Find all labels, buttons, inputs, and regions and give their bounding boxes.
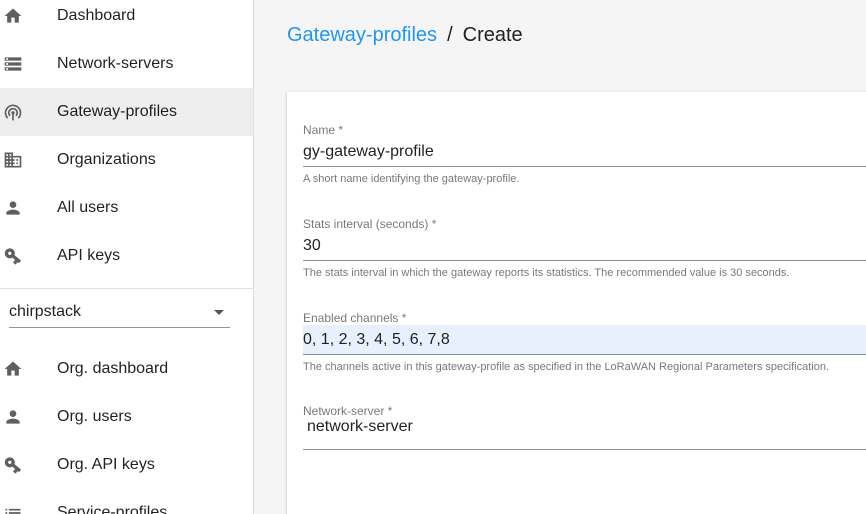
sidebar-item-org-dashboard[interactable]: Org. dashboard: [0, 345, 253, 393]
stats-interval-helper-text: The stats interval in which the gateway …: [303, 267, 790, 279]
enabled-channels-input[interactable]: [303, 325, 866, 355]
name-input[interactable]: [303, 137, 866, 167]
person-icon: [3, 407, 23, 427]
key-icon: [3, 455, 23, 475]
sidebar-item-org-users[interactable]: Org. users: [0, 393, 253, 441]
stats-interval-input[interactable]: [303, 231, 866, 261]
breadcrumb-link-gateway-profiles[interactable]: Gateway-profiles: [287, 24, 437, 47]
server-icon: [3, 54, 23, 74]
sidebar-divider: [0, 288, 253, 289]
breadcrumb-separator: /: [447, 24, 453, 46]
enabled-channels-label: Enabled channels *: [303, 311, 407, 325]
person-icon: [3, 198, 23, 218]
name-helper-text: A short name identifying the gateway-pro…: [303, 173, 520, 185]
sidebar-item-label: API keys: [57, 247, 121, 264]
chevron-down-icon: [214, 310, 224, 315]
sidebar-item-label: Org. API keys: [57, 456, 155, 473]
sidebar-item-label: All users: [57, 199, 119, 216]
sidebar-item-dashboard[interactable]: Dashboard: [0, 0, 253, 40]
sidebar-item-gateway-profiles[interactable]: Gateway-profiles: [0, 88, 253, 136]
enabled-channels-helper-text: The channels active in this gateway-prof…: [303, 361, 830, 373]
sidebar-item-all-users[interactable]: All users: [0, 184, 253, 232]
network-server-underline: [303, 449, 866, 450]
radio-tower-icon: [3, 102, 23, 122]
page-title: Create: [462, 24, 523, 46]
sidebar-item-label: Org. dashboard: [57, 360, 169, 377]
home-icon: [3, 6, 23, 26]
sidebar-item-label: Service-profiles: [57, 504, 168, 514]
sidebar-item-label: Dashboard: [57, 7, 136, 24]
sidebar-item-network-servers[interactable]: Network-servers: [0, 40, 253, 88]
gateway-profile-form-card: Name * A short name identifying the gate…: [287, 92, 866, 514]
sidebar-item-api-keys[interactable]: API keys: [0, 232, 253, 280]
network-server-label: Network-server *: [303, 404, 393, 418]
sidebar-item-organizations[interactable]: Organizations: [0, 136, 253, 184]
sidebar-item-org-api-keys[interactable]: Org. API keys: [0, 441, 253, 489]
stats-interval-label: Stats interval (seconds) *: [303, 217, 437, 231]
domain-icon: [3, 150, 23, 170]
home-icon: [3, 359, 23, 379]
list-icon: [3, 503, 23, 514]
network-server-select[interactable]: network-server: [307, 418, 413, 436]
sidebar-item-label: Network-servers: [57, 55, 174, 72]
sidebar: Dashboard Network-servers Gateway-profil…: [0, 0, 254, 514]
sidebar-item-label: Organizations: [57, 151, 156, 168]
breadcrumb: Gateway-profiles / Create: [287, 24, 523, 47]
sidebar-item-label: Org. users: [57, 408, 132, 425]
sidebar-item-service-profiles[interactable]: Service-profiles: [0, 489, 253, 514]
organization-select[interactable]: chirpstack: [9, 296, 230, 328]
sidebar-item-label: Gateway-profiles: [57, 103, 178, 120]
key-icon: [3, 246, 23, 266]
organization-select-value: chirpstack: [9, 303, 82, 320]
name-label: Name *: [303, 123, 344, 137]
